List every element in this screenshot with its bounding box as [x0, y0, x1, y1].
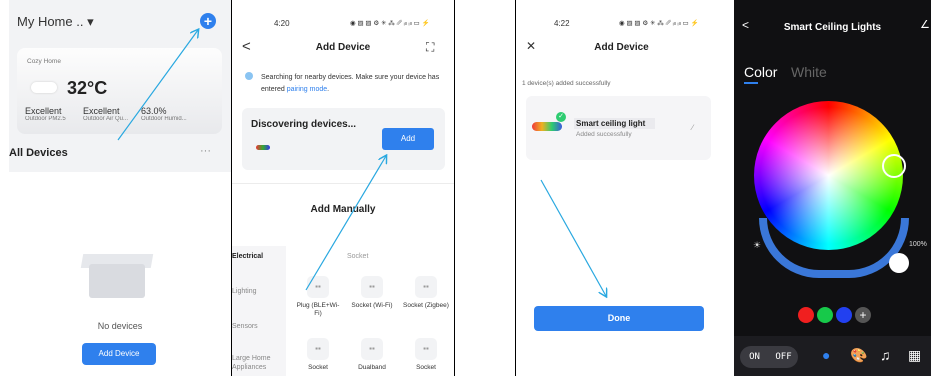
arrow-to-plus	[117, 30, 198, 141]
annotation-arrows	[117, 0, 931, 376]
arrow-to-done	[540, 179, 606, 296]
arrow-to-add	[305, 156, 386, 291]
